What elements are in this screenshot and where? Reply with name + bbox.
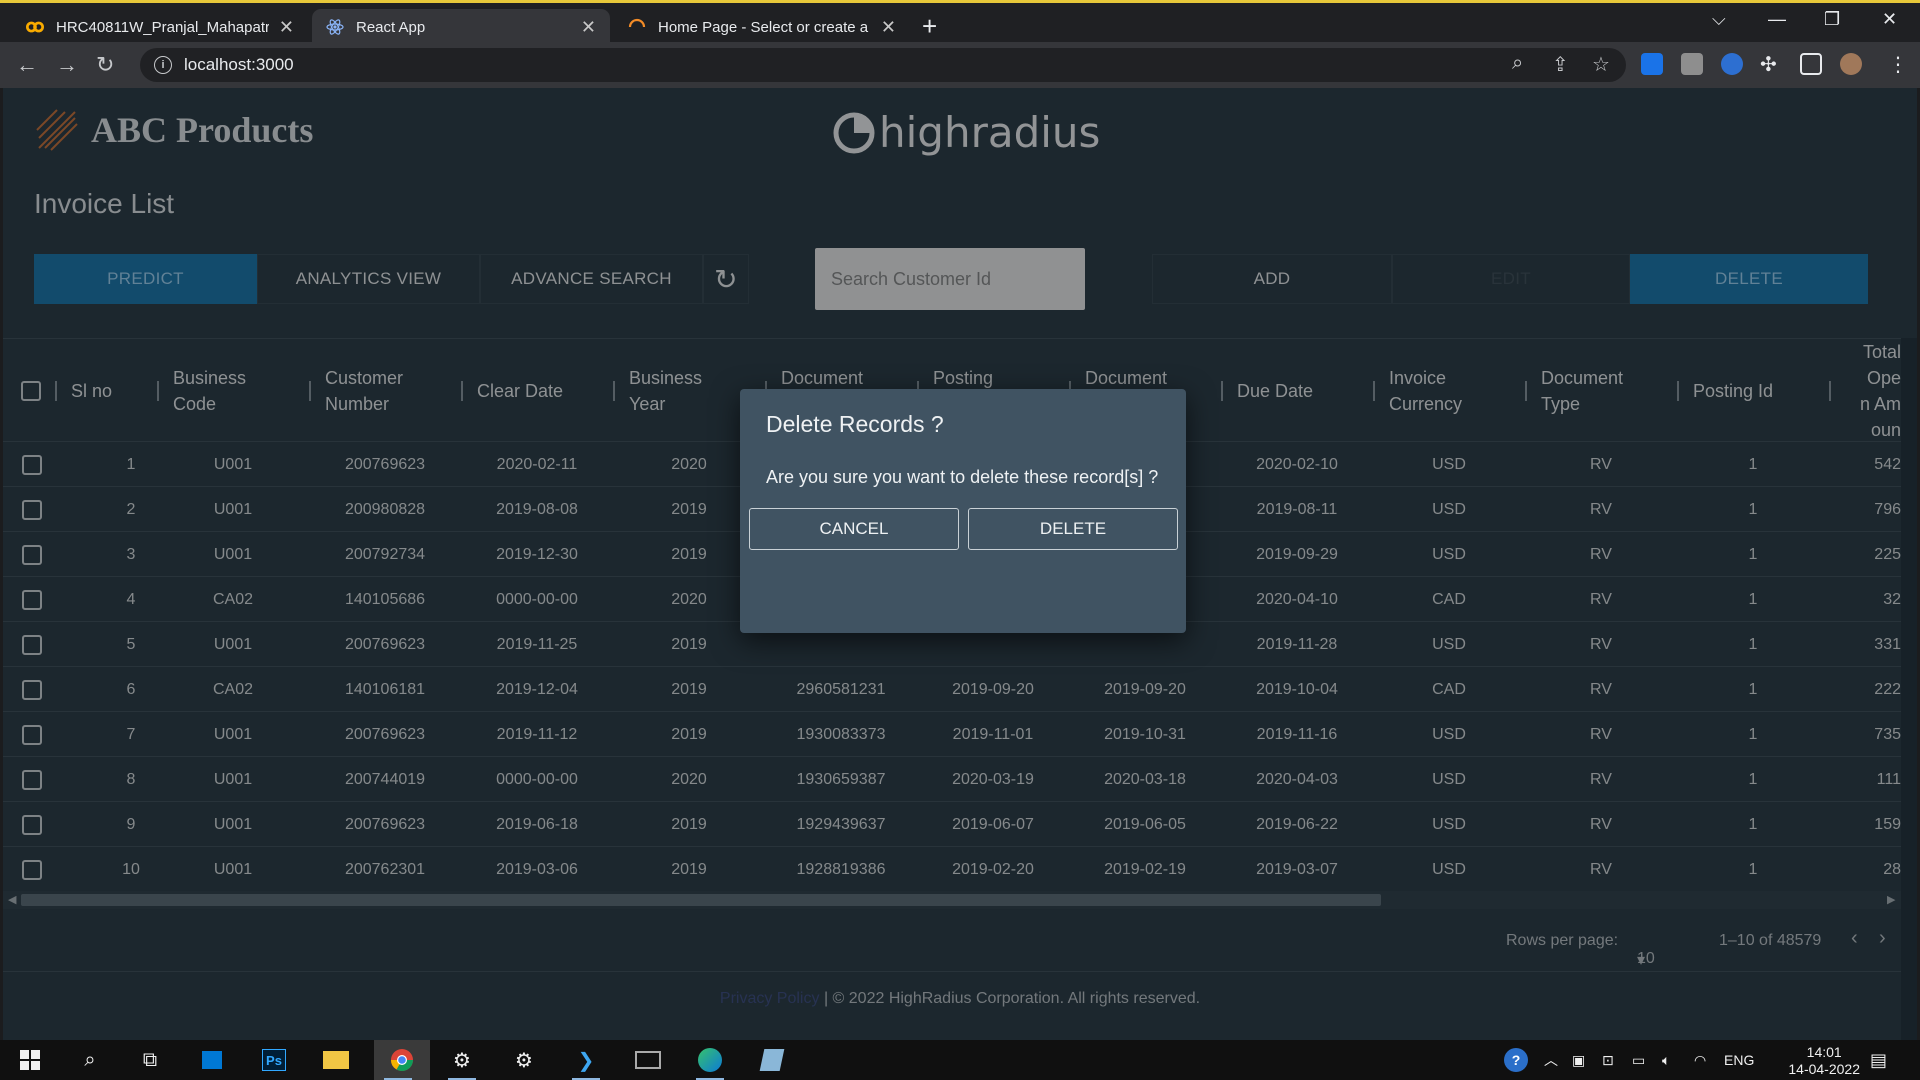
profile-avatar[interactable] (1840, 53, 1862, 75)
back-icon[interactable]: ← (16, 52, 38, 78)
chrome-icon[interactable] (374, 1040, 430, 1080)
url-text: localhost:3000 (184, 55, 294, 74)
colab-icon (26, 18, 44, 36)
windows-start-icon[interactable] (6, 1040, 54, 1080)
network-share-icon[interactable]: ⊡ (1602, 1040, 1614, 1080)
help-icon[interactable]: ? (1504, 1040, 1528, 1080)
extension-translate-icon[interactable] (1641, 53, 1663, 75)
settings-icon[interactable]: ⚙ (500, 1040, 548, 1080)
wifi-icon[interactable]: ◠ (1694, 1040, 1706, 1080)
site-info-icon[interactable]: i (154, 56, 172, 74)
reload-icon[interactable]: ↻ (96, 52, 114, 78)
dialog-message: Are you sure you want to delete these re… (766, 467, 1159, 487)
clock-time: 14:01 (1806, 1044, 1842, 1060)
task-view-icon[interactable]: ⧉ (126, 1040, 174, 1080)
battery-icon[interactable]: ▭ (1632, 1040, 1645, 1080)
language-indicator[interactable]: ENG (1724, 1040, 1754, 1080)
cancel-button[interactable]: CANCEL (749, 508, 959, 550)
notifications-icon[interactable]: ▤ (1870, 1040, 1887, 1080)
zoom-icon[interactable]: ⌕ (1512, 52, 1523, 75)
tab-title: HRC40811W_Pranjal_Mahapatra_ (56, 18, 269, 36)
vscode-icon[interactable]: ❯ (562, 1040, 610, 1080)
dialog-title: Delete Records ? (766, 411, 944, 437)
clock-date: 14-04-2022 (1788, 1061, 1860, 1077)
menu-kebab-icon[interactable]: ⋮ (1888, 52, 1908, 77)
show-hidden-icons[interactable]: ︿ (1544, 1040, 1558, 1080)
confirm-delete-button[interactable]: DELETE (968, 508, 1178, 550)
address-bar: ← → ↻ i localhost:3000 ⌕ ⇪ ☆ ✣ ⋮ (0, 42, 1920, 88)
extension-badge-icon[interactable] (1721, 53, 1743, 75)
loading-icon (628, 18, 646, 36)
terminal-icon[interactable] (624, 1040, 672, 1080)
search-icon[interactable]: ⌕ (66, 1040, 114, 1080)
app-page: ABC Products highradius Invoice List PRE… (3, 88, 1917, 1040)
tab-colab[interactable]: HRC40811W_Pranjal_Mahapatra_ ✕ (12, 9, 308, 45)
react-icon (326, 18, 344, 36)
close-window-icon[interactable]: ✕ (1882, 9, 1897, 30)
volume-icon[interactable]: 🔈︎ (1662, 1040, 1670, 1080)
photoshop-icon[interactable]: Ps (250, 1040, 298, 1080)
close-tab-icon[interactable]: ✕ (881, 17, 896, 38)
tab-react-app[interactable]: React App ✕ (312, 9, 610, 45)
minimize-icon[interactable]: — (1768, 9, 1786, 30)
store-icon[interactable] (188, 1040, 236, 1080)
new-tab-icon[interactable]: + (922, 11, 937, 42)
tab-home-page[interactable]: Home Page - Select or create a n ✕ (614, 9, 910, 45)
meet-icon[interactable]: ▣ (1572, 1040, 1585, 1080)
tab-title: React App (356, 18, 426, 36)
tab-search-icon[interactable]: ⌵ (1712, 9, 1726, 30)
puzzle-extensions-icon[interactable]: ✣ (1760, 52, 1777, 77)
side-panel-icon[interactable] (1800, 53, 1822, 75)
system-clock[interactable]: 14:01 14-04-2022 (1788, 1044, 1860, 1078)
browser-tab-strip: HRC40811W_Pranjal_Mahapatra_ ✕ React App… (0, 0, 1920, 45)
close-tab-icon[interactable]: ✕ (279, 17, 294, 38)
delete-confirm-dialog: Delete Records ? Are you sure you want t… (740, 389, 1186, 633)
close-tab-icon[interactable]: ✕ (581, 17, 596, 38)
tab-title: Home Page - Select or create a n (658, 18, 871, 36)
edge-icon[interactable] (686, 1040, 734, 1080)
file-explorer-icon[interactable] (312, 1040, 360, 1080)
windows-taskbar: ⌕ ⧉ Ps ⚙ ⚙ ❯ ? ︿ ▣ ⊡ ▭ 🔈︎ ◠ ENG 14:01 14… (0, 1040, 1920, 1080)
app-gear-icon[interactable]: ⚙ (438, 1040, 486, 1080)
app-icon[interactable] (748, 1040, 796, 1080)
forward-icon[interactable]: → (56, 52, 78, 78)
bookmark-star-icon[interactable]: ☆ (1592, 52, 1610, 77)
extension-icon[interactable] (1681, 53, 1703, 75)
url-field[interactable]: i localhost:3000 (140, 48, 1626, 82)
share-icon[interactable]: ⇪ (1552, 52, 1569, 77)
restore-icon[interactable]: ❐ (1824, 9, 1840, 30)
